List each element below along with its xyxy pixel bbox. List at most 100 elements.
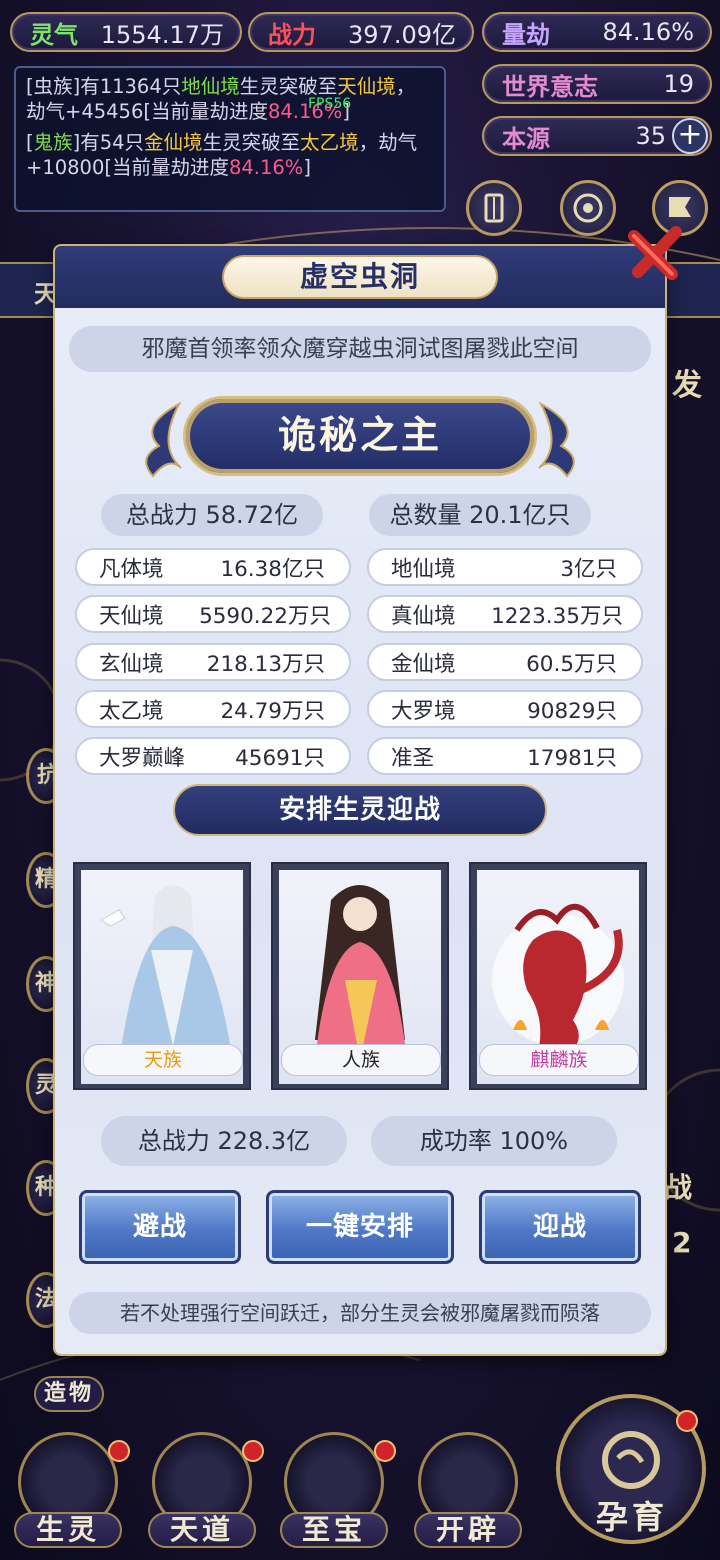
log-entry: [虫族]有11364只地仙境生灵突破至天仙境，劫气+45456[当前量劫进度84…	[26, 74, 434, 124]
close-icon[interactable]	[626, 222, 686, 282]
scroll-button[interactable]	[466, 180, 522, 236]
side-label: 法	[34, 1287, 57, 1312]
warning-note: 若不处理强行空间跃迁，部分生灵会被邪魔屠戮而陨落	[69, 1292, 651, 1334]
benyuan-add-button[interactable]: +	[672, 118, 708, 154]
right-side-label-zhan: 战	[664, 1171, 693, 1204]
realm-count: 1223.35万只	[491, 603, 623, 629]
realm-name: 大罗境	[391, 698, 456, 724]
realm-row: 大罗巅峰 45691只	[75, 737, 351, 775]
nav-shengling[interactable]: 生灵	[14, 1432, 130, 1550]
log-text: ]有54只	[72, 131, 145, 154]
log-text: 生灵突破至	[239, 75, 338, 98]
left-wing-ornament	[145, 401, 182, 478]
zhanli-value: 397.09亿	[348, 20, 456, 49]
realm-row: 太乙境 24.79万只	[75, 690, 351, 728]
right-side-label-2: 2	[672, 1226, 692, 1259]
event-log: [虫族]有11364只地仙境生灵突破至天仙境，劫气+45456[当前量劫进度84…	[14, 66, 446, 212]
notification-dot	[676, 1410, 698, 1432]
realm-row: 真仙境 1223.35万只	[367, 595, 643, 633]
realm-name: 金仙境	[391, 651, 456, 677]
event-description: 邪魔首领率领众魔穿越虫洞试图屠戮此空间	[69, 326, 651, 372]
lingqi-resource[interactable]: 灵气 1554.17万	[10, 12, 242, 52]
race-card-tianzu[interactable]: 天族	[73, 862, 251, 1090]
realm-count: 218.13万只	[206, 651, 325, 677]
enemy-total-power: 总战力 58.72亿	[101, 494, 323, 536]
race-card-qilinzu[interactable]: 麒麟族	[469, 862, 647, 1090]
realm-row: 准圣 17981只	[367, 737, 643, 775]
our-total-power: 总战力 228.3亿	[101, 1116, 347, 1166]
success-rate: 成功率 100%	[371, 1116, 617, 1166]
realm-count: 60.5万只	[526, 651, 617, 677]
realm-name: 准圣	[391, 745, 435, 771]
zhanli-resource[interactable]: 战力 397.09亿	[248, 12, 474, 52]
nav-kaipi[interactable]: 开辟	[414, 1432, 522, 1550]
notification-dot	[108, 1440, 130, 1462]
side-label: 灵	[34, 1073, 57, 1098]
lingqi-value: 1554.17万	[100, 20, 224, 49]
realm-count: 24.79万只	[220, 698, 325, 724]
wheel-icon	[573, 193, 603, 223]
nav-label: 孕育	[595, 1498, 668, 1536]
wheel-button[interactable]	[560, 180, 616, 236]
side-label: 种	[34, 1175, 57, 1200]
nav-label: 生灵	[14, 1512, 122, 1548]
auto-arrange-button[interactable]: 一键安排	[266, 1190, 454, 1264]
zaowu-label: 造物	[43, 1381, 94, 1406]
log-realm: 太乙境	[300, 131, 359, 154]
liangjie-value: 84.16%	[602, 18, 694, 46]
fps-counter: FPS56	[308, 96, 352, 112]
log-text: [虫族]有11364只	[26, 75, 182, 98]
nav-label: 至宝	[280, 1512, 388, 1548]
right-side-label-fa: 发	[672, 368, 702, 403]
nav-tiandao[interactable]: 天道	[148, 1432, 264, 1550]
race-label-tianzu: 天族	[83, 1044, 243, 1076]
race-label-renzu: 人族	[281, 1044, 441, 1076]
shijie-label: 世界意志	[502, 72, 598, 101]
realm-row: 天仙境 5590.22万只	[75, 595, 351, 633]
avoid-battle-button[interactable]: 避战	[79, 1190, 241, 1264]
nav-zhibao[interactable]: 至宝	[280, 1432, 396, 1550]
liangjie-label: 量劫	[502, 20, 550, 49]
dialog-title: 虚空虫洞	[222, 255, 498, 299]
realm-count: 17981只	[527, 745, 617, 771]
realm-row: 凡体境 16.38亿只	[75, 548, 351, 586]
plus-icon: +	[677, 117, 703, 152]
benyuan-label: 本源	[502, 124, 550, 153]
realm-name: 凡体境	[99, 556, 164, 582]
realm-name: 地仙境	[391, 556, 456, 582]
notification-dot	[242, 1440, 264, 1462]
log-progress: 84.16%	[228, 156, 304, 179]
realm-count: 16.38亿只	[220, 556, 325, 582]
realm-name: 真仙境	[391, 603, 456, 629]
realm-row: 大罗境 90829只	[367, 690, 643, 728]
realm-row: 地仙境 3亿只	[367, 548, 643, 586]
log-realm: 地仙境	[181, 75, 240, 98]
side-label: 神	[34, 971, 57, 996]
fight-button[interactable]: 迎战	[479, 1190, 641, 1264]
log-text: ]	[303, 156, 311, 179]
scroll-icon	[484, 193, 504, 223]
race-label-qilinzu: 麒麟族	[479, 1044, 639, 1076]
realm-count: 45691只	[235, 745, 325, 771]
enemy-total-count: 总数量 20.1亿只	[369, 494, 591, 536]
lingqi-label: 灵气	[30, 20, 78, 49]
benyuan-value: 35	[635, 122, 666, 150]
shijie-resource[interactable]: 世界意志 19	[482, 64, 712, 104]
zaowu-button[interactable]: 造物	[34, 1376, 104, 1412]
notification-dot	[374, 1440, 396, 1462]
side-label: 精	[34, 867, 57, 892]
realm-name: 大罗巅峰	[99, 745, 186, 771]
nav-label: 开辟	[414, 1512, 522, 1548]
nav-yunyu[interactable]: 孕育	[556, 1394, 706, 1544]
right-wing-ornament	[538, 401, 575, 478]
liangjie-resource[interactable]: 量劫 84.16%	[482, 12, 712, 52]
log-race: 鬼族	[33, 131, 73, 154]
realm-row: 金仙境 60.5万只	[367, 643, 643, 681]
race-card-renzu[interactable]: 人族	[271, 862, 449, 1090]
log-text: 生灵突破至	[202, 131, 301, 154]
nav-label: 天道	[148, 1512, 256, 1548]
log-realm: 金仙境	[144, 131, 203, 154]
log-text: [	[26, 131, 34, 154]
realm-name: 太乙境	[99, 698, 164, 724]
realm-row: 玄仙境 218.13万只	[75, 643, 351, 681]
